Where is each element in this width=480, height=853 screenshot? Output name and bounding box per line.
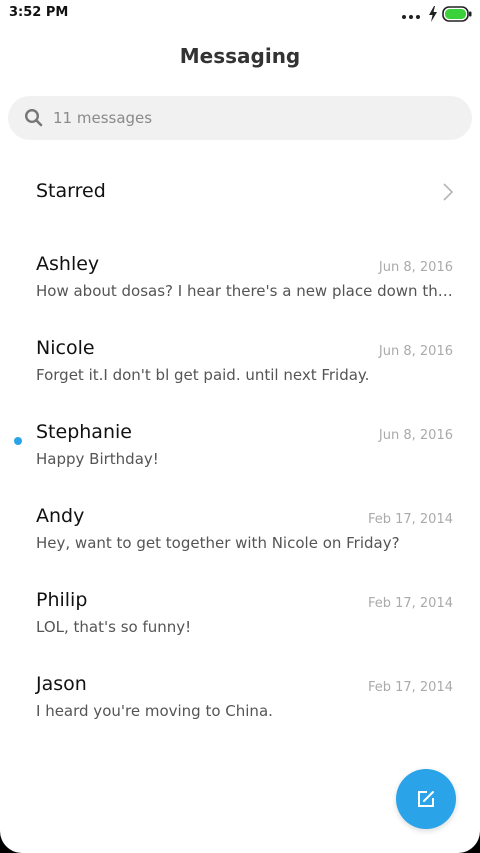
message-date: Jun 8, 2016: [378, 428, 453, 443]
conversation-item-nicole[interactable]: Nicole Jun 8, 2016 Forget it.I don't bl …: [0, 324, 480, 408]
message-preview: Hey, want to get together with Nicole on…: [36, 534, 400, 552]
message-preview: LOL, that's so funny!: [36, 618, 192, 636]
conversation-item-philip[interactable]: Philip Feb 17, 2014 LOL, that's so funny…: [0, 576, 480, 660]
contact-name: Jason: [36, 673, 87, 695]
conversation-item-jason[interactable]: Jason Feb 17, 2014 I heard you're moving…: [0, 660, 480, 744]
message-date: Jun 8, 2016: [378, 344, 453, 359]
message-date: Jun 8, 2016: [378, 260, 453, 275]
status-time: 3:52 PM: [9, 5, 69, 20]
contact-name: Andy: [36, 505, 85, 527]
contact-name: Stephanie: [36, 421, 132, 443]
conversation-item-stephanie[interactable]: Stephanie Jun 8, 2016 Happy Birthday!: [0, 408, 480, 492]
conversation-list: Ashley Jun 8, 2016 How about dosas? I he…: [0, 240, 480, 744]
conversation-item-ashley[interactable]: Ashley Jun 8, 2016 How about dosas? I he…: [0, 240, 480, 324]
more-dots-icon: [402, 15, 420, 19]
starred-row[interactable]: Starred: [0, 162, 480, 222]
message-date: Feb 17, 2014: [367, 596, 453, 611]
battery-icon: [442, 6, 472, 22]
charging-bolt-icon: [429, 6, 437, 22]
contact-name: Philip: [36, 589, 88, 611]
message-date: Feb 17, 2014: [367, 512, 453, 527]
compose-icon: [418, 791, 434, 807]
status-icons: [402, 5, 472, 23]
starred-label: Starred: [36, 180, 106, 202]
messaging-screen: 3:52 PM Messaging Starred Ashley: [0, 0, 480, 853]
search-icon: [24, 108, 43, 127]
conversation-item-andy[interactable]: Andy Feb 17, 2014 Hey, want to get toget…: [0, 492, 480, 576]
message-preview: Forget it.I don't bl get paid. until nex…: [36, 366, 370, 384]
compose-button[interactable]: [396, 769, 456, 829]
status-bar: 3:52 PM: [0, 0, 480, 28]
message-preview: I heard you're moving to China.: [36, 702, 273, 720]
page-title: Messaging: [179, 44, 301, 68]
message-preview: How about dosas? I hear there's a new pl…: [36, 282, 454, 300]
message-preview: Happy Birthday!: [36, 450, 159, 468]
search-input[interactable]: [53, 107, 453, 129]
message-date: Feb 17, 2014: [367, 680, 453, 695]
contact-name: Ashley: [36, 253, 100, 275]
unread-indicator: [14, 437, 22, 445]
contact-name: Nicole: [36, 337, 95, 359]
chevron-right-icon: [443, 183, 454, 201]
search-bar[interactable]: [8, 96, 472, 140]
